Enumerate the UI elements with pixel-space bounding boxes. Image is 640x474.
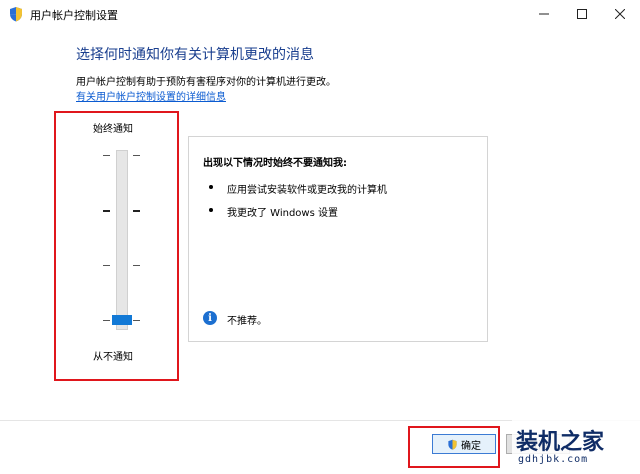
slider-tick (133, 155, 140, 156)
slider-tick (133, 265, 140, 266)
bullet-dot (209, 208, 213, 212)
notification-slider-track[interactable] (116, 150, 128, 330)
title-bar: 用户帐户控制设置 (0, 0, 640, 28)
watermark-logo: 装机之家 (516, 429, 605, 455)
maximize-icon (577, 9, 587, 19)
slider-tick (103, 210, 110, 212)
panel-heading: 出现以下情况时始终不要通知我: (203, 158, 347, 169)
help-link[interactable]: 有关用户帐户控制设置的详细信息 (76, 88, 226, 103)
maximize-button[interactable] (562, 0, 602, 28)
slider-bottom-label: 从不通知 (93, 352, 133, 363)
info-panel: 出现以下情况时始终不要通知我: 应用尝试安装软件或更改我的计算机 我更改了 Wi… (188, 136, 488, 342)
description-text: 用户帐户控制有助于预防有害程序对你的计算机进行更改。 (76, 77, 336, 88)
slider-tick (133, 210, 140, 212)
ok-button[interactable]: 确定 (432, 434, 496, 454)
bullet-text: 应用尝试安装软件或更改我的计算机 (227, 185, 387, 196)
slider-tick (103, 155, 110, 156)
window-title: 用户帐户控制设置 (30, 9, 118, 22)
close-button[interactable] (600, 0, 640, 28)
info-icon: i (203, 311, 217, 325)
uac-shield-icon (448, 439, 457, 450)
slider-tick (103, 320, 110, 321)
bullet-dot (209, 185, 213, 189)
minimize-button[interactable] (524, 0, 564, 28)
page-title: 选择何时通知你有关计算机更改的消息 (76, 47, 314, 63)
close-icon (615, 9, 625, 19)
slider-tick (133, 320, 140, 321)
watermark: 装机之家 gdhjbk.com (512, 420, 640, 474)
minimize-icon (539, 13, 549, 15)
slider-thumb[interactable] (112, 315, 132, 325)
uac-shield-icon (10, 7, 22, 22)
slider-tick (103, 265, 110, 266)
ok-button-label: 确定 (461, 440, 481, 452)
watermark-domain: gdhjbk.com (518, 454, 589, 465)
info-text: 不推荐。 (227, 316, 267, 327)
bullet-text: 我更改了 Windows 设置 (227, 208, 338, 219)
slider-top-label: 始终通知 (93, 124, 133, 135)
